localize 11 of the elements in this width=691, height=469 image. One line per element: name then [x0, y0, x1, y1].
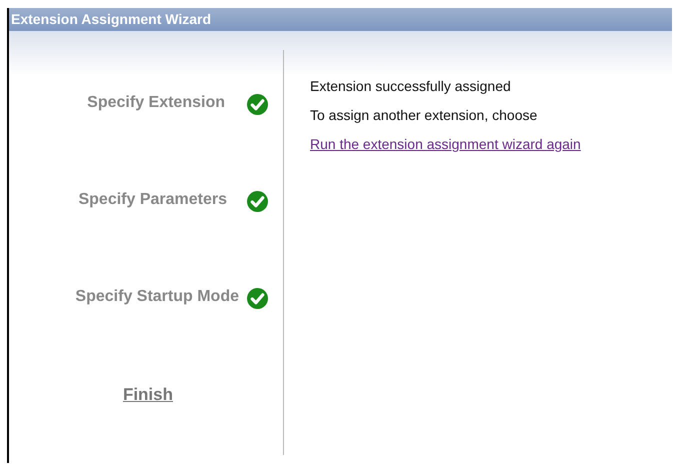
window-title: Extension Assignment Wizard — [9, 8, 672, 31]
wizard-link[interactable]: Run the extension assignment wizard again — [310, 136, 581, 152]
step-label: Specify Parameters — [78, 191, 227, 209]
checkmark-icon — [247, 288, 268, 309]
checkmark-icon — [247, 94, 268, 115]
message-text: Extension successfully assigned — [310, 78, 512, 96]
message-text: To assign another extension, choose — [310, 107, 538, 125]
checkmark-icon — [247, 191, 268, 212]
step-label: Specify Extension — [87, 94, 225, 112]
finish-link[interactable]: Finish — [122, 385, 173, 405]
step-label: Specify Startup Mode — [75, 288, 239, 306]
